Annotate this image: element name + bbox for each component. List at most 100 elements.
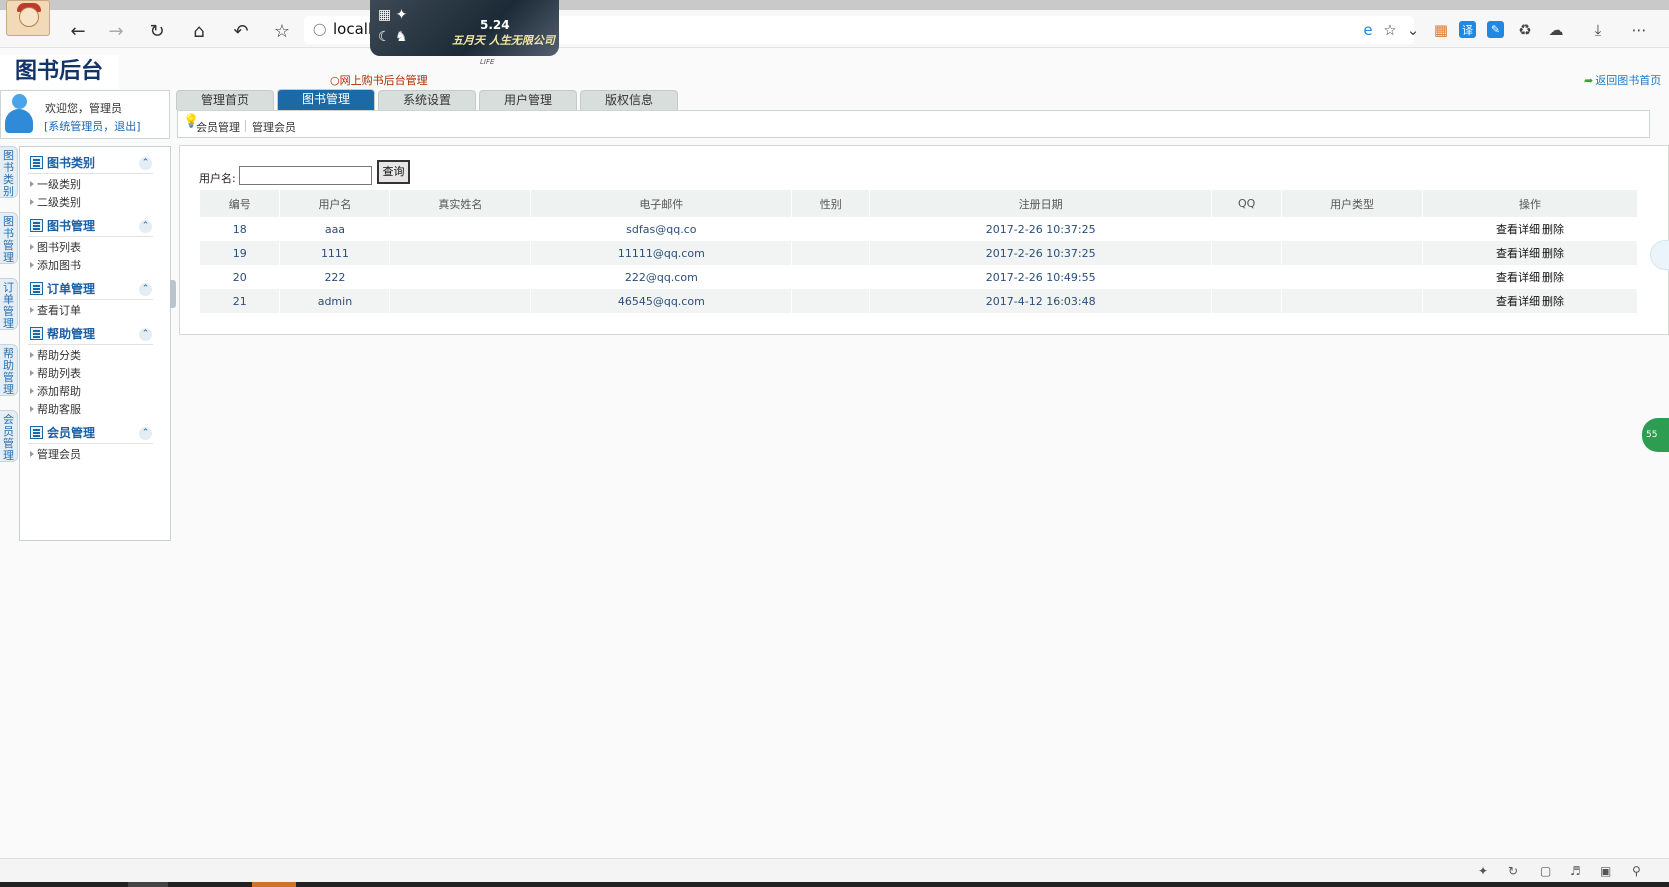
cell-operations: 查看详细 删除 <box>1422 241 1638 265</box>
recycle-icon[interactable]: ♻ <box>1515 20 1535 40</box>
collapse-icon[interactable]: ⌃ <box>139 283 152 296</box>
username-search-input[interactable] <box>239 166 372 185</box>
window-icon[interactable]: ▣ <box>1600 864 1611 878</box>
delete-link[interactable]: 删除 <box>1542 223 1564 236</box>
edit-list-icon <box>30 426 43 439</box>
cell-real-name <box>389 265 532 289</box>
more-icon[interactable]: ⋯ <box>1629 20 1649 40</box>
chevron-down-icon[interactable]: ⌄ <box>1403 20 1423 40</box>
translate-icon[interactable]: 译 <box>1459 21 1476 38</box>
floating-counter-badge[interactable]: 55 <box>1642 418 1669 452</box>
menu-item-book-list[interactable]: 图书列表 <box>30 239 81 255</box>
extension-icon[interactable]: ✎ <box>1487 21 1504 38</box>
vtab-member-management[interactable]: 会员管理 <box>0 410 18 462</box>
cell-qq <box>1211 241 1283 265</box>
menu-item-help-category[interactable]: 帮助分类 <box>30 347 81 363</box>
view-detail-link[interactable]: 查看详细 <box>1496 271 1540 284</box>
view-detail-link[interactable]: 查看详细 <box>1496 295 1540 308</box>
app-title: 图书后台 <box>0 55 118 89</box>
favorite-star-icon[interactable]: ☆ <box>270 19 294 43</box>
menu-item-label: 帮助列表 <box>37 367 81 380</box>
menu-heading-book-category[interactable]: 图书类别 <box>30 154 150 172</box>
cell-id: 20 <box>200 265 281 289</box>
cell-user-type <box>1281 241 1424 265</box>
menu-item-help-list[interactable]: 帮助列表 <box>30 365 81 381</box>
menu-heading-order-management[interactable]: 订单管理 <box>30 280 150 298</box>
zoom-icon[interactable]: ⚲ <box>1632 864 1641 878</box>
forward-arrow-icon[interactable]: → <box>104 19 128 43</box>
home-icon[interactable]: ⌂ <box>187 19 211 43</box>
ie-mode-icon[interactable]: e <box>1358 20 1378 40</box>
menu-item-second-category[interactable]: 二级类别 <box>30 194 81 210</box>
menu-heading-member-management[interactable]: 会员管理 <box>30 424 150 442</box>
view-detail-link[interactable]: 查看详细 <box>1496 223 1540 236</box>
tab-user-management[interactable]: 用户管理 <box>479 90 577 110</box>
menu-heading-book-management[interactable]: 图书管理 <box>30 217 150 235</box>
subnav-manage-members[interactable]: 管理会员 <box>252 119 296 135</box>
cell-email: sdfas@qq.co <box>530 217 793 241</box>
menu-item-first-category[interactable]: 一级类别 <box>30 176 81 192</box>
delete-link[interactable]: 删除 <box>1542 271 1564 284</box>
floating-ad-widget[interactable]: ▦ ✦ ☾ ♞ 5.24 五月天 人生无限公司 <box>370 0 559 56</box>
menu-item-label: 添加图书 <box>37 259 81 272</box>
menu-item-view-orders[interactable]: 查看订单 <box>30 302 81 318</box>
sidebar-collapse-handle[interactable] <box>170 280 176 308</box>
profile-avatar-icon[interactable] <box>6 0 50 36</box>
collapse-icon[interactable]: ⌃ <box>139 328 152 341</box>
collapse-icon[interactable]: ⌃ <box>139 220 152 233</box>
cell-gender <box>791 241 871 265</box>
menu-item-add-book[interactable]: 添加图书 <box>30 257 81 273</box>
cell-user-type <box>1281 265 1424 289</box>
refresh-icon[interactable]: ↻ <box>145 19 169 43</box>
menu-item-help-service[interactable]: 帮助客服 <box>30 401 81 417</box>
tab-book-management[interactable]: 图书管理 <box>277 89 375 111</box>
undo-icon[interactable]: ↶ <box>229 19 253 43</box>
cell-email: 11111@qq.com <box>530 241 793 265</box>
pin-icon[interactable]: ✦ <box>1478 864 1488 878</box>
vtab-book-management[interactable]: 图书管理 <box>0 212 18 264</box>
cell-register-date: 2017-4-12 16:03:48 <box>869 289 1213 313</box>
cell-user-type <box>1281 217 1424 241</box>
back-arrow-icon[interactable]: ← <box>66 19 90 43</box>
menu-heading-label: 订单管理 <box>47 282 96 296</box>
collapse-icon[interactable]: ⌃ <box>139 157 152 170</box>
subnav-member-management[interactable]: 会员管理 <box>196 119 240 135</box>
vtab-help-management[interactable]: 帮助管理 <box>0 344 18 396</box>
menu-item-manage-members[interactable]: 管理会员 <box>30 446 81 462</box>
col-header-email: 电子邮件 <box>530 190 793 217</box>
menu-divider <box>28 173 153 174</box>
window-titlebar <box>0 0 1669 10</box>
ad-subtitle: LIFE <box>480 58 495 66</box>
cell-username: admin <box>279 289 391 313</box>
ad-widget-icons: ▦ ✦ ☾ ♞ <box>378 7 408 45</box>
return-home-link[interactable]: ➦ 返回图书首页 <box>1584 72 1661 88</box>
return-home-text[interactable]: 返回图书首页 <box>1595 74 1661 87</box>
menu-item-label: 管理会员 <box>37 448 81 461</box>
user-icon <box>5 94 33 134</box>
cell-register-date: 2017-2-26 10:49:55 <box>869 265 1213 289</box>
menu-item-label: 图书列表 <box>37 241 81 254</box>
star-icon[interactable]: ☆ <box>1380 20 1400 40</box>
tab-admin-home[interactable]: 管理首页 <box>176 90 274 110</box>
volume-icon[interactable]: ♬ <box>1570 864 1581 878</box>
vtab-order-management[interactable]: 订单管理 <box>0 278 18 330</box>
delete-link[interactable]: 删除 <box>1542 247 1564 260</box>
menu-heading-help-management[interactable]: 帮助管理 <box>30 325 150 343</box>
menu-item-add-help[interactable]: 添加帮助 <box>30 383 81 399</box>
subnav-divider <box>245 120 246 132</box>
menu-item-label: 帮助分类 <box>37 349 81 362</box>
delete-link[interactable]: 删除 <box>1542 295 1564 308</box>
download-icon[interactable]: ⤓ <box>1588 20 1608 40</box>
vtab-book-category[interactable]: 图书类别 <box>0 146 18 198</box>
welcome-links[interactable]: [系统管理员，退出] <box>44 118 141 134</box>
tab-copyright-info[interactable]: 版权信息 <box>580 90 678 110</box>
view-detail-link[interactable]: 查看详细 <box>1496 247 1540 260</box>
apps-grid-icon[interactable]: ▦ <box>1431 20 1451 40</box>
trash-icon[interactable]: ▢ <box>1540 864 1551 878</box>
collapse-icon[interactable]: ⌃ <box>139 427 152 440</box>
tab-system-settings[interactable]: 系统设置 <box>378 90 476 110</box>
taskbar-strip <box>0 882 1669 887</box>
refresh-circle-icon[interactable]: ↻ <box>1508 864 1518 878</box>
cloud-icon[interactable]: ☁ <box>1546 20 1566 40</box>
query-button[interactable]: 查询 <box>377 160 410 184</box>
